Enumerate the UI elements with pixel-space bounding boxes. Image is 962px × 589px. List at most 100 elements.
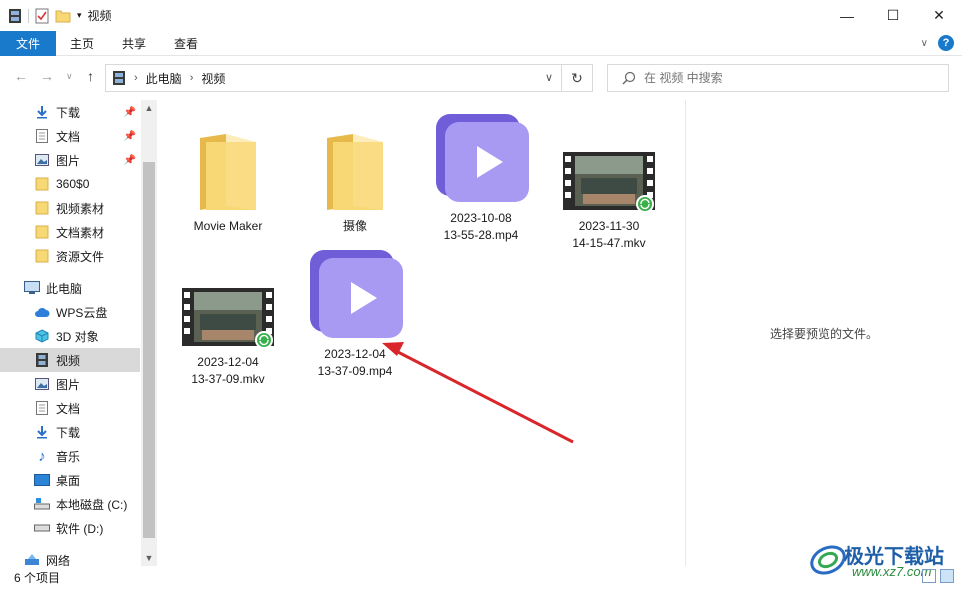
tab-view[interactable]: 查看 <box>160 31 212 56</box>
scrollbar-thumb[interactable] <box>143 162 155 538</box>
breadcrumb-this-pc[interactable]: 此电脑 <box>146 70 182 87</box>
document-icon <box>34 128 50 144</box>
sidebar-item-label: 音乐 <box>56 449 81 464</box>
up-arrow-icon[interactable]: ↑ <box>87 68 94 84</box>
sidebar-item-videos[interactable]: 视频 <box>0 348 140 372</box>
sidebar-item-resource-files[interactable]: 资源文件 <box>0 244 140 268</box>
quick-access-toolbar: ▾ <box>0 8 82 24</box>
tab-home[interactable]: 主页 <box>56 31 108 56</box>
file-item-mp4-2023-10-08[interactable]: 2023-10-08 13-55-28.mp4 <box>418 108 544 244</box>
customize-dropdown-icon[interactable]: ▾ <box>77 10 82 21</box>
address-bar[interactable]: › 此电脑 › 视频 ∨ <box>105 64 562 92</box>
sidebar-item-document-materials[interactable]: 文档素材 <box>0 220 140 244</box>
file-item-mp4-2023-12-04[interactable]: 2023-12-04 13-37-09.mp4 <box>292 244 418 380</box>
folder-icon <box>34 248 50 264</box>
file-item-mkv-2023-12-04[interactable]: 2023-12-04 13-37-09.mkv <box>165 252 291 388</box>
properties-icon[interactable] <box>35 8 49 24</box>
sidebar-item-label: 3D 对象 <box>56 329 99 344</box>
computer-icon <box>24 280 40 296</box>
cube-icon <box>34 328 50 344</box>
forward-arrow-icon[interactable]: → <box>40 68 54 84</box>
drive-icon <box>34 496 50 512</box>
tab-share[interactable]: 共享 <box>108 31 160 56</box>
watermark-url: www.xz7.com <box>852 564 932 579</box>
sidebar-item-label: 图片 <box>56 377 81 392</box>
sidebar-item-software-d[interactable]: 软件 (D:) <box>0 516 140 540</box>
sidebar-item-video-materials[interactable]: 视频素材 <box>0 196 140 220</box>
video-thumbnail <box>165 252 291 348</box>
preview-message: 选择要预览的文件。 <box>769 327 878 341</box>
sidebar-item-label: 桌面 <box>56 473 81 488</box>
help-button[interactable]: ? <box>938 35 954 51</box>
file-item-movie-maker[interactable]: Movie Maker <box>165 116 291 235</box>
chevron-right-icon[interactable]: › <box>134 72 138 84</box>
maximize-button[interactable]: ☐ <box>870 0 916 31</box>
breadcrumb-videos[interactable]: 视频 <box>201 70 225 87</box>
navigation-pane: 下载 📌 文档 📌 图片 📌 360$0 视频素材 文档素材 资源文件 此电脑 … <box>0 100 157 566</box>
ribbon-right: ∨ ? <box>921 35 954 51</box>
close-button[interactable]: ✕ <box>916 0 962 31</box>
sidebar-item-label: 本地磁盘 (C:) <box>56 497 128 512</box>
download-icon <box>34 104 50 120</box>
chevron-right-icon[interactable]: › <box>190 72 194 84</box>
new-folder-icon[interactable] <box>55 8 71 24</box>
sidebar-item-pictures[interactable]: 图片 <box>0 372 140 396</box>
drive-icon <box>34 520 50 536</box>
sidebar-item-label: WPS云盘 <box>56 305 108 320</box>
address-dropdown-icon[interactable]: ∨ <box>545 71 553 84</box>
sidebar-item-downloads-quick[interactable]: 下载 📌 <box>0 100 140 124</box>
video-icon <box>34 352 50 368</box>
pin-icon[interactable]: 📌 <box>124 107 136 118</box>
file-item-mkv-2023-11-30[interactable]: 2023-11-30 14-15-47.mkv <box>546 116 672 252</box>
sidebar-item-network[interactable]: 网络 <box>0 548 140 566</box>
cloud-icon <box>34 304 50 320</box>
folder-icon <box>34 224 50 240</box>
sidebar-item-wps-cloud[interactable]: WPS云盘 <box>0 300 140 324</box>
sidebar-item-label: 软件 (D:) <box>56 521 104 536</box>
file-name-line1: 2023-12-04 <box>324 347 386 361</box>
video-player-icon <box>292 244 418 340</box>
video-player-icon <box>418 108 544 204</box>
sidebar-item-label: 文档 <box>56 401 81 416</box>
sidebar-item-label: 视频 <box>56 353 81 368</box>
details-view-button[interactable] <box>922 569 936 583</box>
refresh-icon: ↻ <box>571 69 583 86</box>
pin-icon[interactable]: 📌 <box>124 131 136 142</box>
network-icon <box>24 552 40 566</box>
sidebar-item-3d-objects[interactable]: 3D 对象 <box>0 324 140 348</box>
back-arrow-icon[interactable]: ← <box>14 68 28 84</box>
scroll-down-icon[interactable]: ▼ <box>141 550 157 566</box>
sidebar-item-downloads[interactable]: 下载 <box>0 420 140 444</box>
sidebar-item-local-disk-c[interactable]: 本地磁盘 (C:) <box>0 492 140 516</box>
search-box[interactable] <box>607 64 949 92</box>
file-name-line2: 13-55-28.mp4 <box>443 228 519 242</box>
large-icons-view-button[interactable] <box>940 569 954 583</box>
search-input[interactable] <box>644 71 924 85</box>
sidebar-item-desktop[interactable]: 桌面 <box>0 468 140 492</box>
sidebar-item-documents-quick[interactable]: 文档 📌 <box>0 124 140 148</box>
file-name-line2: 14-15-47.mkv <box>572 236 646 250</box>
recent-dropdown-icon[interactable]: ∨ <box>66 71 73 82</box>
sidebar-item-this-pc[interactable]: 此电脑 <box>0 276 140 300</box>
picture-icon <box>34 152 50 168</box>
scroll-up-icon[interactable]: ▲ <box>141 100 157 116</box>
window-controls: — ☐ ✕ <box>824 0 962 31</box>
tab-file[interactable]: 文件 <box>0 30 57 56</box>
desktop-icon <box>34 472 50 488</box>
file-name-wrapper: 2023-10-08 13-55-28.mp4 <box>418 210 544 244</box>
sidebar-item-label: 视频素材 <box>56 201 105 216</box>
minimize-button[interactable]: — <box>824 0 870 31</box>
music-icon: ♪ <box>38 447 46 465</box>
refresh-button[interactable]: ↻ <box>562 64 593 92</box>
sidebar-item-label: 网络 <box>46 553 71 567</box>
file-name-wrapper: 2023-12-04 13-37-09.mp4 <box>292 346 418 380</box>
sidebar-item-pictures-quick[interactable]: 图片 📌 <box>0 148 140 172</box>
sidebar-item-documents[interactable]: 文档 <box>0 396 140 420</box>
expand-ribbon-icon[interactable]: ∨ <box>921 38 928 49</box>
file-list: Movie Maker 摄像 2023-10-08 13-55-28.mp4 2… <box>160 100 685 566</box>
sidebar-item-360[interactable]: 360$0 <box>0 172 140 196</box>
sidebar-item-music[interactable]: ♪ 音乐 <box>0 444 140 468</box>
pin-icon[interactable]: 📌 <box>124 155 136 166</box>
sidebar-scrollbar[interactable]: ▲ ▼ <box>141 100 157 566</box>
file-item-camera[interactable]: 摄像 <box>292 116 418 235</box>
